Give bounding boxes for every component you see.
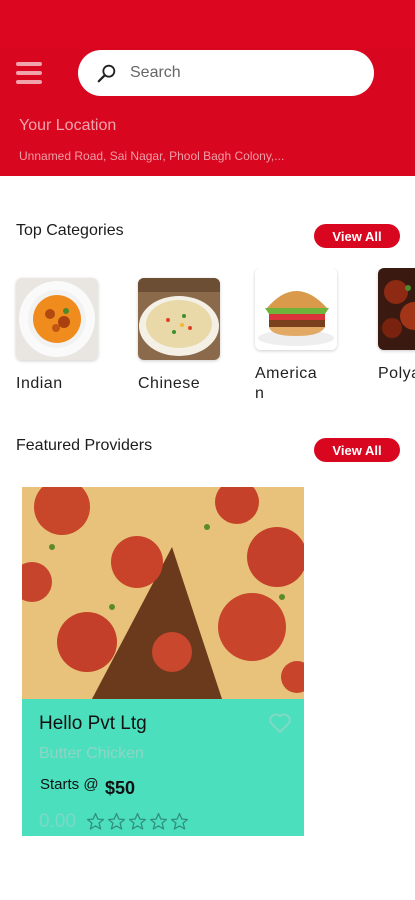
category-image: [138, 278, 220, 360]
featured-providers-title: Featured Providers: [16, 437, 153, 454]
category-item-american[interactable]: American: [255, 268, 345, 404]
category-item-indian[interactable]: Indian: [16, 278, 106, 394]
location-title: Your Location: [19, 117, 117, 134]
location-address[interactable]: Unnamed Road, Sai Nagar, Phool Bagh Colo…: [19, 149, 284, 163]
provider-rating: 0.00: [39, 811, 76, 832]
category-label: American: [255, 365, 318, 402]
provider-card[interactable]: Hello Pvt Ltg Butter Chicken Starts @ $5…: [22, 487, 304, 836]
menu-icon[interactable]: [16, 62, 42, 86]
search-icon: [97, 64, 116, 83]
star-icon: [86, 812, 105, 830]
rating-stars: [86, 812, 189, 831]
star-icon: [128, 812, 147, 830]
search-bar[interactable]: [78, 50, 374, 96]
status-bar: [0, 0, 415, 48]
categories-list: Indian Chinese American Poly: [0, 268, 415, 428]
search-input[interactable]: [128, 63, 352, 83]
provider-card-body: Hello Pvt Ltg Butter Chicken Starts @ $5…: [22, 699, 304, 836]
provider-image: [22, 487, 304, 699]
providers-view-all-button[interactable]: View All: [314, 438, 400, 462]
category-item-chinese[interactable]: Chinese: [138, 278, 228, 394]
heart-icon[interactable]: [268, 712, 292, 734]
star-icon: [107, 812, 126, 830]
category-image: [16, 278, 98, 360]
category-label: Polyan: [378, 365, 415, 382]
top-categories-title: Top Categories: [16, 222, 124, 239]
provider-dish: Butter Chicken: [39, 745, 144, 762]
category-label: Chinese: [138, 375, 201, 392]
star-icon: [149, 812, 168, 830]
category-item-polyan[interactable]: Polyan: [378, 268, 415, 384]
star-icon: [170, 812, 189, 830]
category-image: [255, 268, 337, 350]
provider-name: Hello Pvt Ltg: [39, 713, 147, 734]
starts-label: Starts @: [40, 776, 99, 793]
category-label: Indian: [16, 375, 63, 392]
categories-view-all-button[interactable]: View All: [314, 224, 400, 248]
category-image: [378, 268, 415, 350]
provider-price: $50: [105, 778, 136, 798]
